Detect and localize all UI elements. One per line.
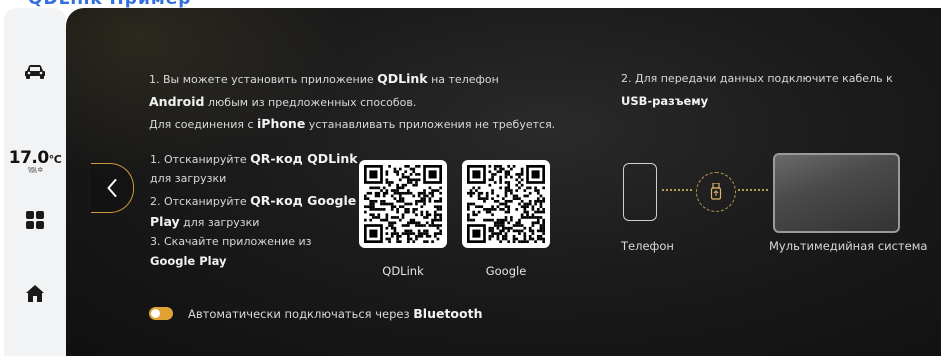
qr-label-qdlink: QDLink <box>382 264 424 278</box>
step-2-line-2: Play для загрузки <box>150 214 260 229</box>
usb-instruction-line-2: USB-разъему <box>621 94 709 108</box>
connector-dots-right <box>738 189 768 193</box>
step-1-line-1: 1. Отсканируйте QR-код QDLink <box>150 151 358 166</box>
temperature-readout: 17.0°C <box>8 148 62 168</box>
auto-connect-toggle[interactable] <box>149 307 173 320</box>
auto-connect-label: Автоматически подключаться через Bluetoo… <box>188 306 483 321</box>
qdlink-instructions-panel: 1. Вы можете установить приложение QDLin… <box>66 8 941 356</box>
phone-icon <box>623 163 657 221</box>
climate-widget[interactable]: 17.0°C \\\\\\ ✲ <box>4 148 66 174</box>
step-2-line-1: 2. Отсканируйте QR-код Google <box>150 193 357 208</box>
instruction-line-2: Android любым из предложенных способов. <box>149 94 417 109</box>
instruction-line-3: Для соединения с iPhone устанавливать пр… <box>149 116 556 131</box>
step-3-line-1: 3. Скачайте приложение из <box>150 235 312 248</box>
qr-code-qdlink <box>359 160 447 248</box>
chevron-left-icon <box>107 179 117 197</box>
connector-dots-left <box>662 189 692 193</box>
multimedia-system-label: Мультимедийная система <box>769 239 928 253</box>
usb-icon <box>696 172 736 212</box>
multimedia-system-icon <box>773 153 900 233</box>
qr-label-google: Google <box>485 264 527 278</box>
step-1-line-2: для загрузки <box>150 172 227 185</box>
qr-code-google <box>462 160 550 248</box>
back-button[interactable] <box>91 163 134 213</box>
car-icon[interactable] <box>4 64 66 80</box>
instruction-line-1: 1. Вы можете установить приложение QDLin… <box>149 71 499 86</box>
home-icon[interactable] <box>4 285 66 302</box>
apps-grid-icon[interactable] <box>4 211 66 229</box>
step-3-line-2: Google Play <box>150 254 227 268</box>
top-title: QDLink Пример <box>28 0 191 8</box>
top-title-strip: QDLink Пример <box>0 0 945 8</box>
usb-instruction-line-1: 2. Для передачи данных подключите кабель… <box>621 72 893 85</box>
left-dock <box>4 8 66 356</box>
phone-label: Телефон <box>621 239 674 253</box>
